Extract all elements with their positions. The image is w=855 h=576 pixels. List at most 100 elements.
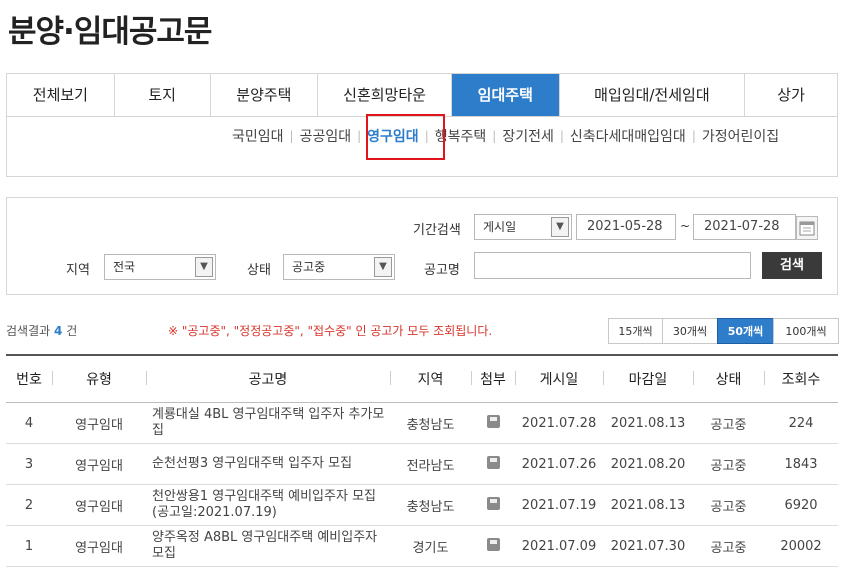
- header-attachment-label: 첨부: [480, 372, 506, 388]
- date-to-input[interactable]: 2021-07-28: [693, 214, 796, 240]
- floppy-disk-icon[interactable]: [486, 537, 500, 551]
- region-select-value: 전국: [113, 260, 136, 274]
- header-type: 유형: [52, 354, 146, 403]
- floppy-disk-icon[interactable]: [486, 496, 500, 510]
- cell-title-link[interactable]: 순천선평3 영구임대주택 입주자 모집: [146, 443, 390, 485]
- status-label: 상태: [247, 263, 271, 278]
- sub-tab-home-daycare[interactable]: 가정어린이집: [702, 126, 779, 146]
- cell-region: 충청남도: [390, 484, 471, 526]
- cell-views: 6920: [764, 484, 838, 526]
- floppy-disk-icon[interactable]: [486, 414, 500, 428]
- region-label: 지역: [66, 263, 90, 278]
- header-deadline-label: 마감일: [628, 372, 668, 388]
- cell-status: 공고중: [693, 525, 764, 567]
- tab-sale-housing[interactable]: 분양주택: [211, 74, 319, 116]
- sub-tab-national-rental[interactable]: 국민임대: [232, 126, 284, 146]
- separator: |: [289, 129, 294, 143]
- tab-all[interactable]: 전체보기: [7, 74, 115, 116]
- result-count-number: 4: [54, 324, 63, 338]
- tab-commercial[interactable]: 상가: [745, 74, 837, 116]
- cell-title-link[interactable]: 계룡대실 4BL 영구임대주택 입주자 추가모집: [146, 402, 390, 444]
- result-notice: ※ "공고중", "정정공고중", "접수중" 인 공고가 모두 조회됩니다.: [168, 324, 493, 338]
- highlight-box: [366, 114, 445, 160]
- cell-status: 공고중: [693, 484, 764, 526]
- status-select[interactable]: 공고중 ▼: [283, 254, 395, 280]
- header-posted-date: 게시일: [515, 354, 603, 403]
- search-panel: [6, 197, 838, 295]
- cell-attachment: [471, 484, 515, 526]
- result-count-suffix: 건: [66, 324, 78, 338]
- header-title: 공고명: [146, 354, 390, 403]
- calendar-icon[interactable]: [796, 216, 818, 240]
- per-page-15-button[interactable]: 15개씩: [608, 318, 663, 344]
- per-page-50-button[interactable]: 50개씩: [717, 318, 774, 344]
- date-separator: ~: [680, 219, 691, 233]
- header-posted-label: 게시일: [539, 372, 579, 388]
- cell-type: 영구임대: [52, 525, 146, 567]
- table-row[interactable]: 1 영구임대 양주옥정 A8BL 영구임대주택 예비입주자 모집 경기도 202…: [6, 525, 838, 567]
- result-count-prefix: 검색결과: [6, 324, 51, 338]
- tab-land[interactable]: 토지: [115, 74, 211, 116]
- per-page-100-button[interactable]: 100개씩: [773, 318, 839, 344]
- table-row[interactable]: 4 영구임대 계룡대실 4BL 영구임대주택 입주자 추가모집 충청남도 202…: [6, 402, 838, 444]
- cell-attachment: [471, 443, 515, 485]
- table-row[interactable]: 2 영구임대 천안쌍용1 영구임대주택 예비입주자 모집(공고일:2021.07…: [6, 484, 838, 526]
- cell-views: 1843: [764, 443, 838, 485]
- header-status: 상태: [693, 354, 764, 403]
- cell-deadline: 2021.08.13: [603, 402, 693, 444]
- result-count: 검색결과 4 건: [6, 322, 77, 339]
- table-row[interactable]: 3 영구임대 순천선평3 영구임대주택 입주자 모집 전라남도 2021.07.…: [6, 443, 838, 485]
- cell-views: 20002: [764, 525, 838, 567]
- region-select[interactable]: 전국 ▼: [104, 254, 216, 280]
- header-title-label: 공고명: [248, 372, 288, 388]
- per-page-30-button[interactable]: 30개씩: [662, 318, 718, 344]
- name-search-input[interactable]: [474, 252, 751, 279]
- cell-status: 공고중: [693, 443, 764, 485]
- date-from-input[interactable]: 2021-05-28: [576, 214, 676, 240]
- cell-status: 공고중: [693, 402, 764, 444]
- cell-title-link[interactable]: 천안쌍용1 영구임대주택 예비입주자 모집(공고일:2021.07.19): [146, 484, 390, 526]
- header-views: 조회수: [764, 354, 838, 403]
- cell-region: 경기도: [390, 525, 471, 567]
- cell-number: 1: [6, 525, 52, 567]
- search-button[interactable]: 검색: [762, 252, 822, 279]
- sub-tab-new-multiplex-rental[interactable]: 신축다세대매입임대: [570, 126, 686, 146]
- notice-table: 번호 유형 공고명 지역 첨부 게시일 마감일 상태 조회수 4 영구임대 계룡…: [6, 354, 838, 567]
- cell-title-link[interactable]: 양주옥정 A8BL 영구임대주택 예비입주자 모집: [146, 525, 390, 567]
- cell-number: 4: [6, 402, 52, 444]
- per-page-selector: 15개씩 30개씩 50개씩 100개씩: [608, 318, 839, 344]
- tab-newlywed-town[interactable]: 신혼희망타운: [318, 74, 452, 116]
- cell-type: 영구임대: [52, 402, 146, 444]
- status-select-value: 공고중: [292, 260, 326, 274]
- cell-attachment: [471, 525, 515, 567]
- separator: |: [492, 129, 497, 143]
- cell-deadline: 2021.08.13: [603, 484, 693, 526]
- tab-purchase-lease-rental[interactable]: 매입임대/전세임대: [560, 74, 746, 116]
- chevron-down-icon: ▼: [195, 257, 213, 277]
- sub-tab-long-term-lease[interactable]: 장기전세: [502, 126, 554, 146]
- period-select[interactable]: 게시일 ▼: [474, 214, 572, 240]
- header-region: 지역: [390, 354, 471, 403]
- cell-deadline: 2021.08.20: [603, 443, 693, 485]
- header-status-label: 상태: [715, 372, 742, 388]
- cell-posted: 2021.07.09: [515, 525, 603, 567]
- name-label: 공고명: [424, 263, 460, 278]
- header-number: 번호: [6, 354, 52, 403]
- cell-posted: 2021.07.28: [515, 402, 603, 444]
- cell-type: 영구임대: [52, 484, 146, 526]
- tab-rental-housing[interactable]: 임대주택: [451, 74, 560, 116]
- floppy-disk-icon[interactable]: [486, 455, 500, 469]
- cell-posted: 2021.07.26: [515, 443, 603, 485]
- cell-deadline: 2021.07.30: [603, 525, 693, 567]
- sub-tab-public-rental[interactable]: 공공임대: [300, 126, 352, 146]
- separator: |: [357, 129, 362, 143]
- sub-tabs: 국민임대 | 공공임대 | 영구임대 | 행복주택 | 장기전세 | 신축다세대…: [232, 126, 779, 146]
- cell-type: 영구임대: [52, 443, 146, 485]
- header-region-label: 지역: [417, 372, 444, 388]
- header-views-label: 조회수: [781, 372, 821, 388]
- separator: |: [559, 129, 564, 143]
- cell-posted: 2021.07.19: [515, 484, 603, 526]
- cell-region: 전라남도: [390, 443, 471, 485]
- chevron-down-icon: ▼: [374, 257, 392, 277]
- page-title: 분양·임대공고문: [8, 14, 212, 50]
